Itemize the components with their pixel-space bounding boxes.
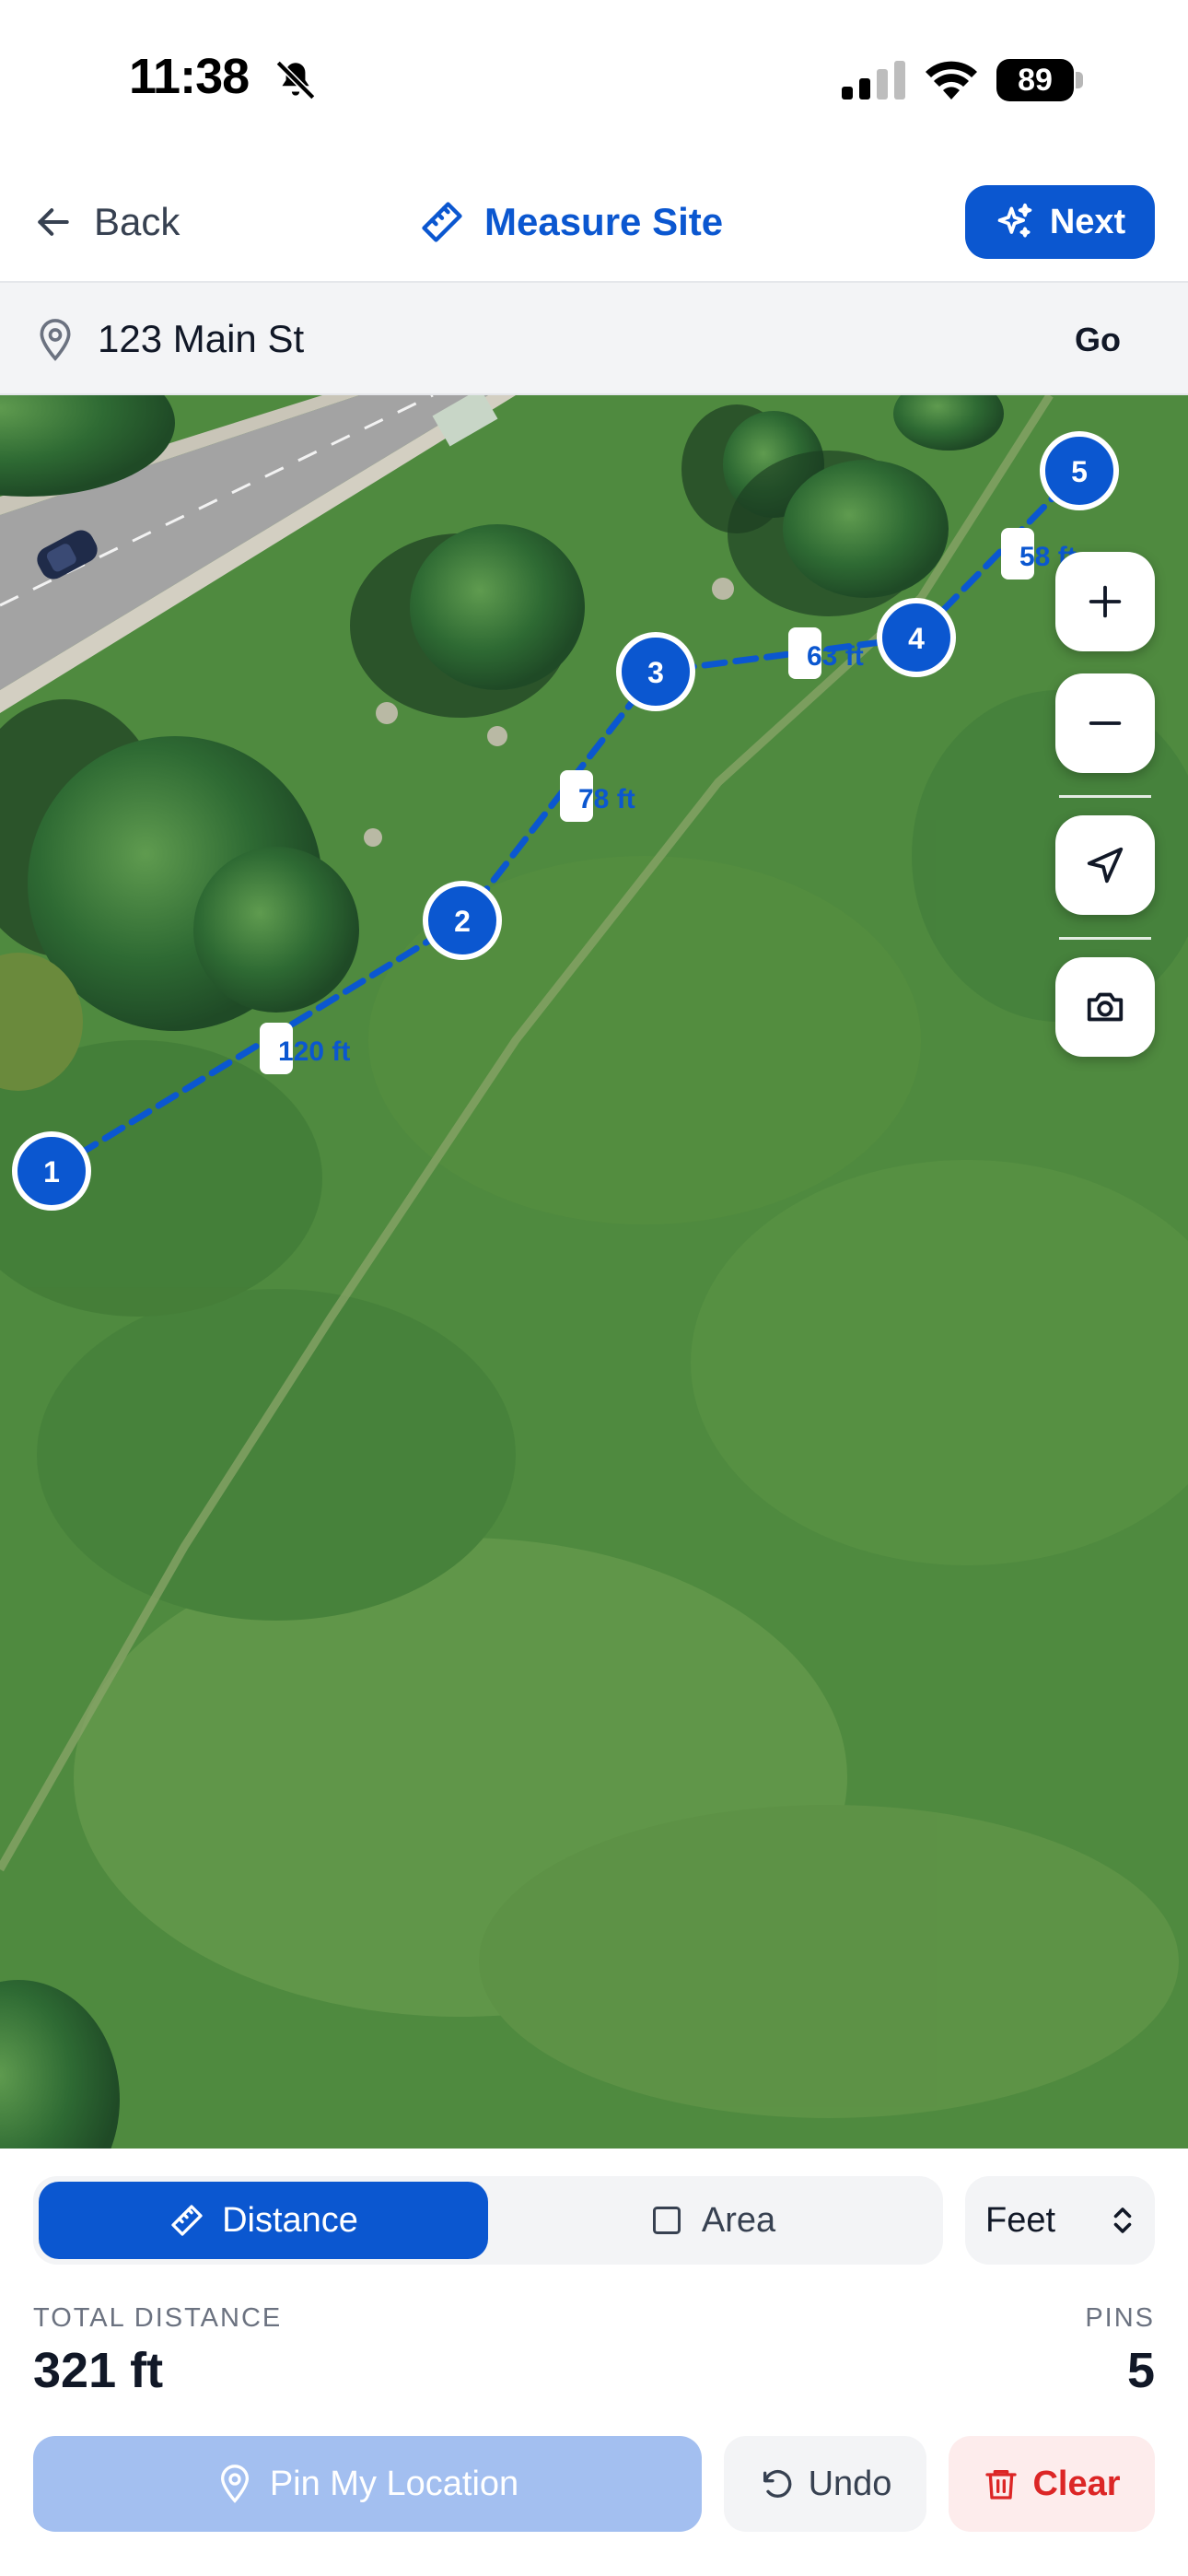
measure-panel: Distance Area Feet TOTAL DISTANCE 321 ft… (0, 2149, 1188, 2576)
my-location-button[interactable] (1055, 815, 1155, 915)
pin-number-4: 4 (908, 622, 925, 655)
camera-button[interactable] (1055, 957, 1155, 1057)
undo-icon (763, 2470, 791, 2498)
zoom-out-button[interactable] (1055, 673, 1155, 773)
segment-label-text-3: 63 ft (807, 641, 864, 672)
clear-label: Clear (1032, 2464, 1121, 2503)
pin-my-location-button[interactable]: Pin My Location (33, 2436, 702, 2532)
undo-label: Undo (808, 2464, 892, 2503)
battery-level: 89 (1018, 63, 1053, 98)
arrow-left-icon (38, 208, 69, 236)
segment-label-text-1: 120 ft (278, 1036, 350, 1067)
pin-number-2: 2 (454, 905, 471, 938)
segment-label-text-2: 78 ft (578, 784, 635, 814)
satellite-map[interactable]: 120 ft 78 ft 63 ft 58 ft 1 2 3 4 5 (0, 395, 1188, 2149)
ruler-icon (422, 202, 462, 242)
clear-button[interactable]: Clear (949, 2436, 1155, 2532)
next-button[interactable]: Next (965, 185, 1155, 259)
sparkles-icon (997, 203, 1032, 238)
square-icon (652, 2207, 681, 2234)
map-pin-3[interactable]: 3 (616, 632, 695, 711)
camera-icon (1087, 992, 1124, 1022)
map-pin-icon (40, 319, 71, 361)
navigation-arrow-icon (1087, 847, 1124, 884)
mode-distance-label: Distance (222, 2200, 358, 2240)
page-title: Measure Site (418, 193, 723, 252)
pin-my-location-label: Pin My Location (269, 2464, 519, 2503)
app-header: Back Measure Site Next (0, 161, 1188, 283)
trash-icon (985, 2470, 1018, 2500)
undo-button[interactable]: Undo (724, 2436, 926, 2532)
back-button[interactable]: Back (33, 193, 180, 252)
unit-value: Feet (985, 2201, 1056, 2240)
minus-icon (1089, 721, 1122, 725)
back-label: Back (94, 200, 181, 243)
wifi-icon (926, 61, 977, 100)
bell-off-icon (275, 60, 316, 100)
page-title-text: Measure Site (484, 200, 724, 243)
mode-area-label: Area (701, 2200, 776, 2240)
pin-number-5: 5 (1071, 455, 1088, 488)
mode-area-tab[interactable]: Area (488, 2182, 938, 2259)
mode-toggle: Distance Area (33, 2176, 943, 2265)
mode-distance-tab[interactable]: Distance (39, 2182, 488, 2259)
status-bar: 11:38 89 (0, 0, 1188, 161)
map-pin-4[interactable]: 4 (877, 598, 956, 677)
go-button[interactable]: Go (1041, 309, 1155, 371)
cell-signal-icon (842, 61, 905, 100)
ruler-icon (171, 2205, 203, 2236)
battery-tip (1076, 72, 1083, 88)
map-pin-1[interactable]: 1 (12, 1131, 91, 1211)
total-distance-value: 321 ft (33, 2343, 164, 2398)
controls-divider (1059, 795, 1151, 798)
zoom-in-button[interactable] (1055, 552, 1155, 651)
pins-label: PINS (1085, 2303, 1155, 2333)
plus-icon (1089, 585, 1122, 618)
pin-number-3: 3 (647, 656, 664, 689)
pins-count: 5 (1126, 2343, 1155, 2398)
map-pin-5[interactable]: 5 (1040, 431, 1119, 510)
total-distance-label: TOTAL DISTANCE (33, 2303, 283, 2333)
controls-divider (1059, 937, 1151, 940)
chevron-up-down-icon (1113, 2207, 1132, 2233)
address-input[interactable]: 123 Main St (98, 310, 304, 368)
map-pin-icon (220, 2465, 249, 2503)
map-pin-2[interactable]: 2 (423, 881, 502, 960)
unit-select[interactable]: Feet (965, 2176, 1155, 2265)
next-label: Next (1049, 202, 1126, 241)
status-time: 11:38 (129, 49, 250, 104)
map-canvas[interactable]: 120 ft 78 ft 63 ft 58 ft 1 2 3 4 5 (0, 395, 1188, 2149)
address-search-bar: 123 Main St Go (0, 283, 1188, 395)
pin-number-1: 1 (43, 1155, 60, 1188)
battery-icon: 89 (996, 59, 1083, 101)
